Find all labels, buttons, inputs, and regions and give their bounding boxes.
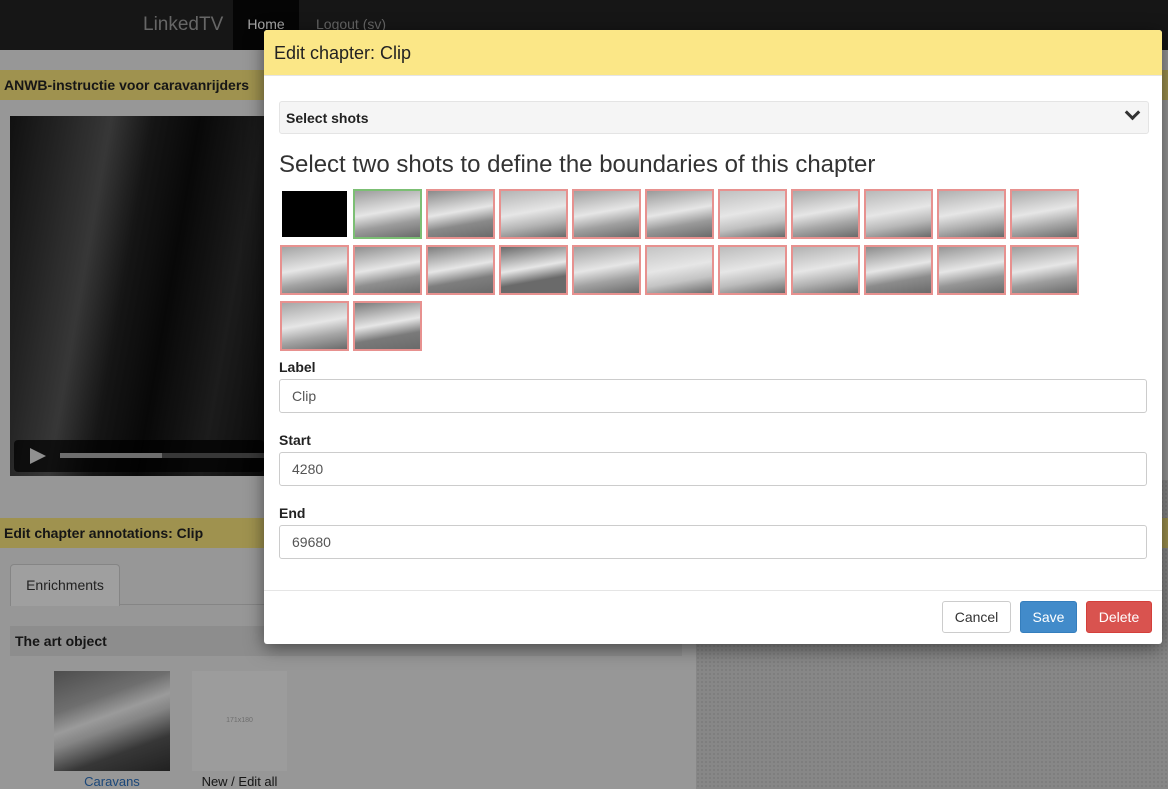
start-field-label: Start bbox=[279, 432, 311, 448]
label-input[interactable] bbox=[279, 379, 1147, 413]
shot-thumbnail[interactable] bbox=[572, 189, 641, 239]
shot-thumbnail[interactable] bbox=[353, 245, 422, 295]
modal-footer bbox=[264, 590, 1162, 591]
shot-thumbnail[interactable] bbox=[718, 245, 787, 295]
shot-thumbnail[interactable] bbox=[353, 301, 422, 351]
shot-thumbnail[interactable] bbox=[426, 189, 495, 239]
select-shots-label: Select shots bbox=[286, 110, 369, 126]
shot-thumbnail[interactable] bbox=[499, 245, 568, 295]
modal-title: Edit chapter: Clip bbox=[274, 43, 412, 63]
shot-thumbnail[interactable] bbox=[645, 189, 714, 239]
shot-thumbnail[interactable] bbox=[280, 301, 349, 351]
shots-instruction: Select two shots to define the boundarie… bbox=[279, 151, 876, 178]
edit-chapter-modal: Edit chapter: Clip Select shots Select t… bbox=[264, 30, 1162, 644]
chevron-down-icon[interactable] bbox=[1124, 104, 1141, 121]
shot-thumbnail[interactable] bbox=[791, 245, 860, 295]
delete-button[interactable]: Delete bbox=[1086, 601, 1152, 633]
shot-thumbnail[interactable] bbox=[426, 245, 495, 295]
save-button[interactable]: Save bbox=[1020, 601, 1077, 633]
shot-thumbnail[interactable] bbox=[791, 189, 860, 239]
select-shots-panel[interactable]: Select shots bbox=[279, 101, 1149, 134]
shot-thumbnail[interactable] bbox=[1010, 245, 1079, 295]
shot-thumbnail[interactable] bbox=[499, 189, 568, 239]
shot-thumbnail[interactable] bbox=[1010, 189, 1079, 239]
cancel-button[interactable]: Cancel bbox=[942, 601, 1011, 633]
end-input[interactable] bbox=[279, 525, 1147, 559]
shot-thumbnail[interactable] bbox=[937, 189, 1006, 239]
shot-thumbnail[interactable] bbox=[353, 189, 422, 239]
shot-thumbnail[interactable] bbox=[572, 245, 641, 295]
shot-thumbnail[interactable] bbox=[280, 189, 349, 239]
shot-thumbnail[interactable] bbox=[280, 245, 349, 295]
shot-thumbnail[interactable] bbox=[645, 245, 714, 295]
start-input[interactable] bbox=[279, 452, 1147, 486]
modal-header: Edit chapter: Clip bbox=[264, 30, 1162, 76]
end-field-label: End bbox=[279, 505, 306, 521]
shot-thumbnail[interactable] bbox=[718, 189, 787, 239]
shot-thumbnail[interactable] bbox=[864, 245, 933, 295]
label-field-label: Label bbox=[279, 359, 316, 375]
shot-thumbnail[interactable] bbox=[937, 245, 1006, 295]
shot-thumbnail[interactable] bbox=[864, 189, 933, 239]
